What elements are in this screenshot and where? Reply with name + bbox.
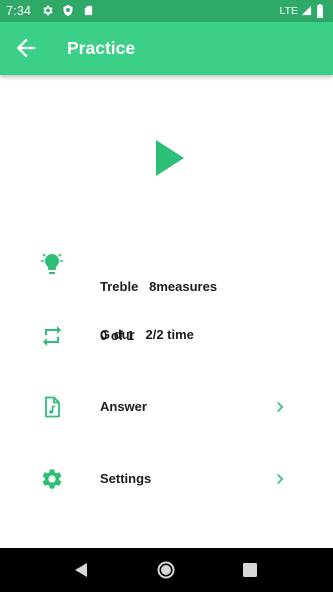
chevron-right-icon [277,402,284,412]
settings-row[interactable]: Settings [0,467,333,491]
progress-row: 0 of 1 [0,324,333,348]
back-arrow-icon[interactable] [12,34,40,62]
repeat-icon [43,326,61,346]
nav-recents-icon[interactable] [240,560,260,580]
system-navigation-bar [0,548,333,592]
gear-icon [42,469,62,489]
chevron-right-icon [277,474,284,484]
network-type: LTE [279,5,298,17]
info-row: Treble 8measures G dur 2/2 time [0,246,333,342]
sdcard-status-icon [84,5,93,16]
settings-status-icon [43,5,53,16]
status-time: 7:34 [6,4,32,18]
progress-text: 0 of 1 [100,328,134,343]
battery-icon [317,4,323,18]
play-icon[interactable] [148,134,192,182]
signal-icon [301,5,312,16]
info-line-1: Treble 8measures [100,279,218,294]
answer-label: Answer [100,399,147,414]
status-bar: 7:34 LTE [0,0,333,22]
shield-status-icon [63,5,73,16]
lightbulb-icon [40,253,64,274]
nav-back-icon[interactable] [72,560,92,580]
app-bar: Practice [0,22,333,75]
answer-row[interactable]: Answer [0,395,333,419]
music-file-icon [45,396,60,418]
nav-home-icon[interactable] [156,560,176,580]
page-title: Practice [67,38,136,58]
settings-label: Settings [100,471,152,486]
info-text: Treble 8measures G dur 2/2 time [100,247,217,375]
